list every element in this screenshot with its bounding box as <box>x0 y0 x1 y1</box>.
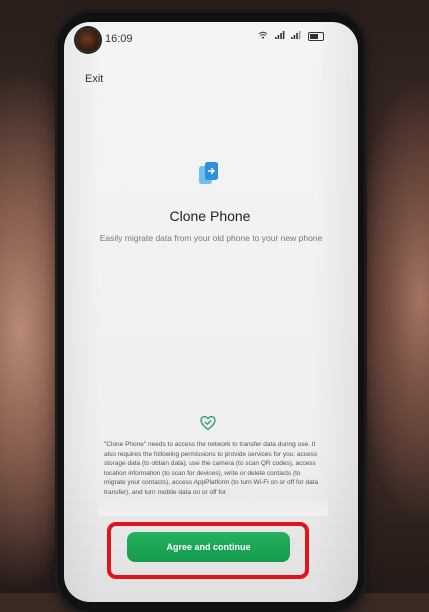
signal-icon <box>291 31 305 41</box>
battery-icon <box>307 32 324 41</box>
agree-and-continue-button[interactable]: Agree and continue <box>127 532 290 562</box>
front-camera <box>76 28 100 52</box>
page-title: Clone Phone <box>169 208 251 224</box>
signal-icon <box>274 31 289 41</box>
clone-phone-icon <box>196 160 222 186</box>
exit-button[interactable]: Exit <box>85 73 103 85</box>
status-time: 16:09 <box>105 33 133 45</box>
wifi-icon <box>258 31 272 41</box>
status-icons <box>258 31 342 45</box>
permissions-notice: "Clone Phone" needs to access the networ… <box>104 441 319 496</box>
notice-fade <box>98 496 328 516</box>
privacy-shield-icon <box>199 415 217 431</box>
page-subtitle: Easily migrate data from your old phone … <box>99 233 323 243</box>
